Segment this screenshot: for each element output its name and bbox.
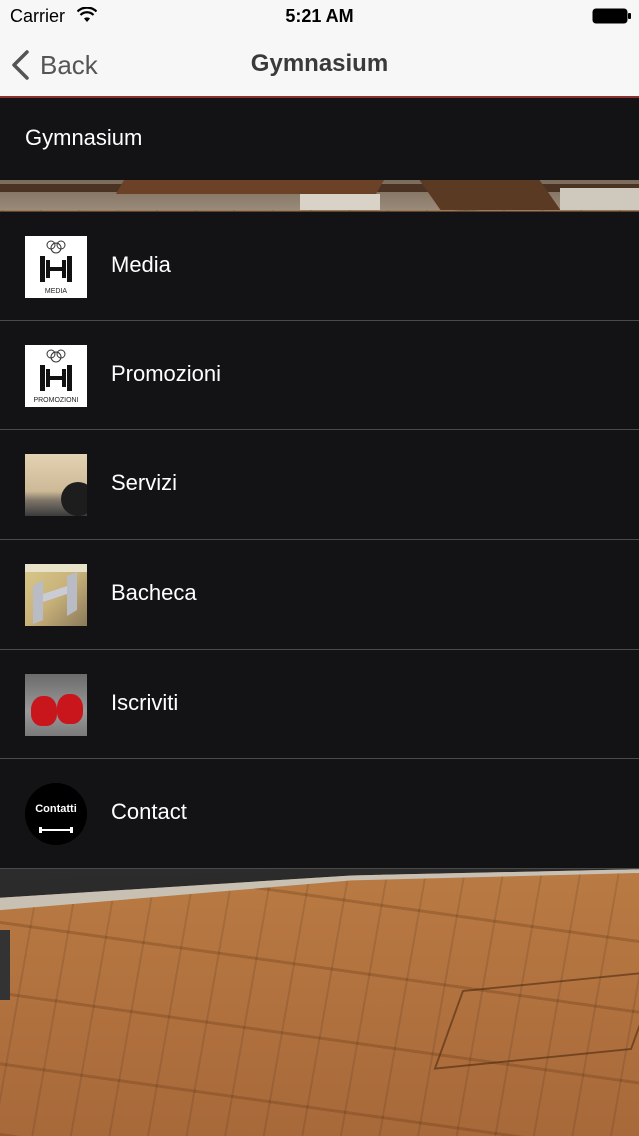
menu-item-label: Promozioni bbox=[111, 360, 222, 386]
menu-item-media[interactable]: MEDIA Media bbox=[0, 211, 639, 321]
menu-item-label: Servizi bbox=[111, 470, 178, 496]
header-banner-image bbox=[0, 180, 639, 210]
thumb-caption: PROMOZIONI bbox=[33, 396, 79, 404]
menu-item-promozioni[interactable]: PROMOZIONI Promozioni bbox=[0, 320, 639, 431]
medicine-ball-image bbox=[61, 482, 87, 517]
boxing-glove-image bbox=[31, 695, 57, 726]
menu-item-servizi[interactable]: Servizi bbox=[0, 430, 639, 541]
status-bar: Carrier 5:21 AM bbox=[0, 0, 639, 32]
menu-item-iscriviti[interactable]: Iscriviti bbox=[0, 649, 639, 760]
boxing-glove-image bbox=[57, 693, 83, 724]
dumbbell-logo-icon: PROMOZIONI bbox=[25, 344, 87, 407]
dumbbell-logo-icon: MEDIA bbox=[25, 236, 87, 298]
section-header: Gymnasium bbox=[0, 98, 639, 180]
page-title: Gymnasium bbox=[250, 50, 389, 77]
menu-item-label: Iscriviti bbox=[111, 689, 179, 715]
battery-icon bbox=[592, 8, 631, 24]
thumb-caption: MEDIA bbox=[44, 288, 68, 295]
background-pole bbox=[0, 930, 10, 1000]
menu-item-label: Contact bbox=[111, 799, 187, 825]
contatti-logo-text: Contatti bbox=[35, 803, 77, 816]
menu-item-label: Bacheca bbox=[111, 580, 197, 606]
gym-sign-thumbnail bbox=[25, 564, 87, 627]
menu-list: MEDIA Media PROMOZIONI Promozioni Serviz… bbox=[0, 211, 639, 870]
navigation-bar: Back Gymnasium bbox=[0, 32, 639, 98]
menu-item-bacheca[interactable]: Bacheca bbox=[0, 540, 639, 650]
menu-item-contact[interactable]: Contatti Contact bbox=[0, 759, 639, 870]
clock: 5:21 AM bbox=[285, 6, 354, 26]
boxing-gloves-thumbnail bbox=[25, 673, 87, 736]
gym-photo-thumbnail bbox=[25, 454, 87, 517]
contatti-logo-icon: Contatti bbox=[25, 783, 87, 846]
section-title: Gymnasium bbox=[25, 125, 143, 150]
menu-item-label: Media bbox=[111, 252, 171, 277]
mini-dumbbell-icon bbox=[39, 827, 73, 834]
